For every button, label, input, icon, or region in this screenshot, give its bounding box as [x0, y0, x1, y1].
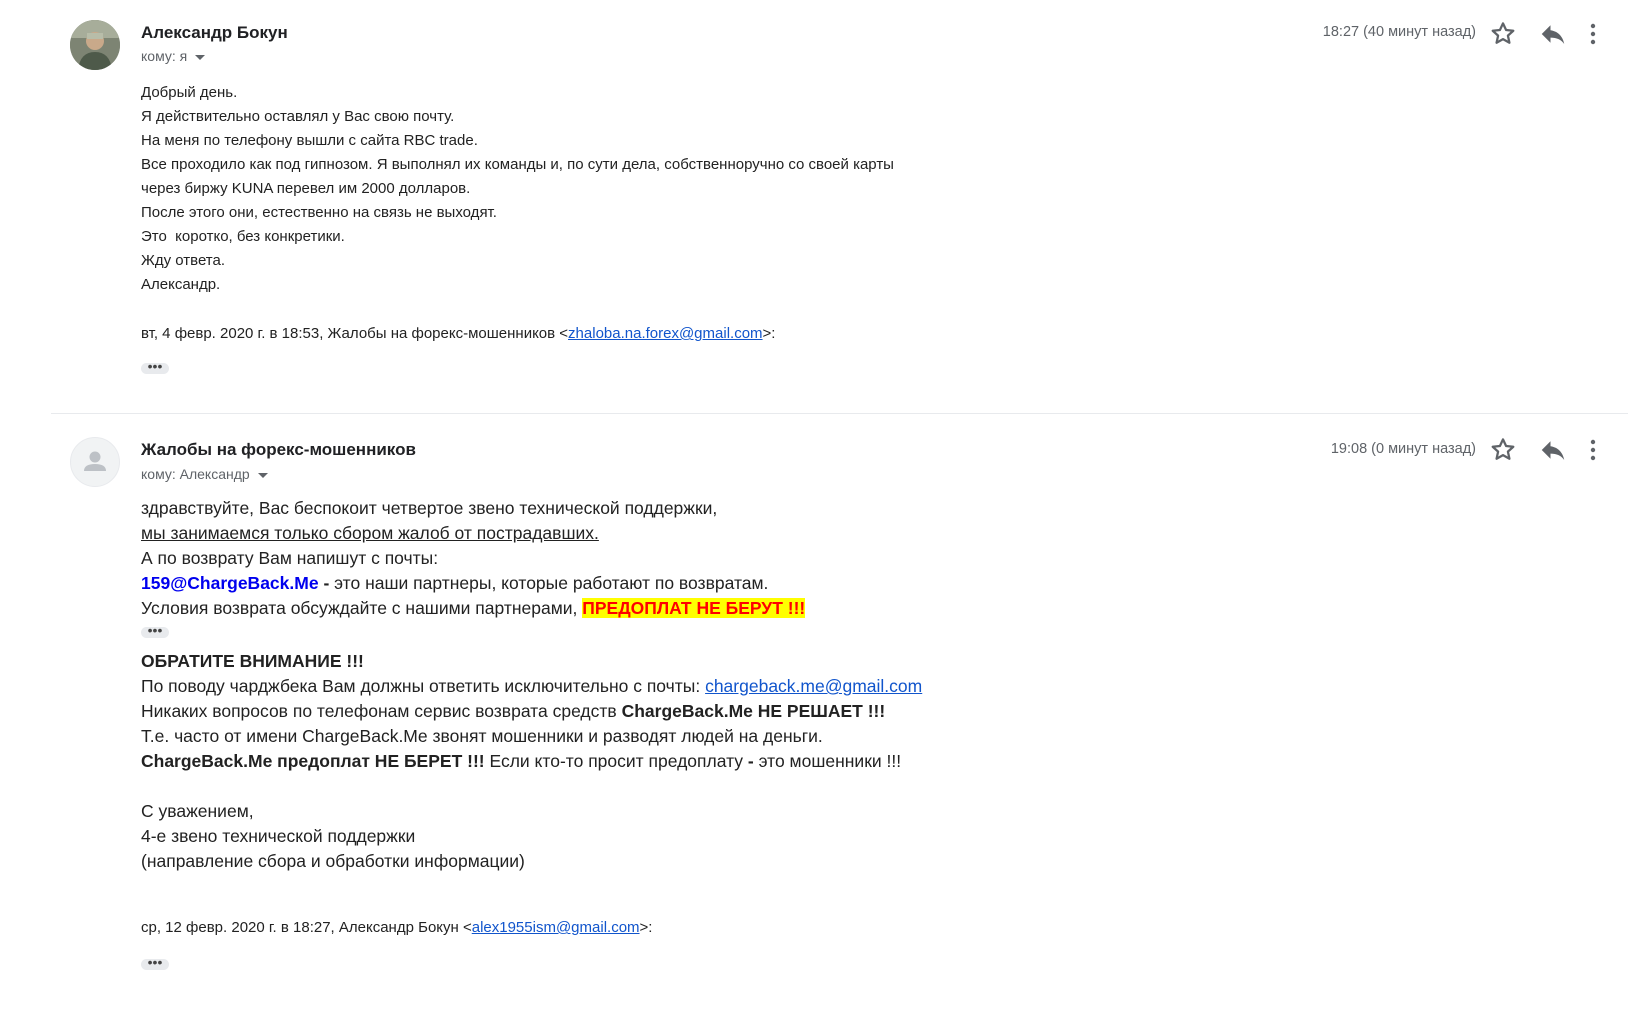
body-line: По поводу чарджбека Вам должны ответить … — [141, 674, 922, 699]
signature-line: 4-е звено технической поддержки — [141, 826, 416, 846]
body-line: После этого они, естественно на связь не… — [141, 204, 497, 221]
body-line: через биржу KUNA перевел им 2000 долларо… — [141, 180, 471, 197]
body-line: Условия возврата обсуждайте с нашими пар… — [141, 596, 806, 621]
prepay-text: Если кто-то просит предоплату — [484, 751, 748, 771]
message-divider — [51, 413, 1628, 414]
quote-email-link[interactable]: zhaloba.na.forex@gmail.com — [568, 325, 763, 342]
quote-header: ср, 12 февр. 2020 г. в 18:27, Александр … — [141, 919, 652, 936]
reply-icon — [1541, 25, 1565, 44]
chevron-down-icon — [257, 472, 268, 478]
body-line: Жду ответа. — [141, 252, 226, 269]
body-line: Александр. — [141, 276, 221, 293]
message-body: здравствуйте, Вас беспокоит четвертое зв… — [141, 496, 806, 621]
more-vert-icon — [1590, 23, 1596, 45]
recipient-details-toggle[interactable]: кому: Александр — [141, 466, 268, 482]
body-line: Все проходило как под гипнозом. Я выполн… — [141, 156, 894, 173]
body-line: Я действительно оставлял у Вас свою почт… — [141, 108, 455, 125]
star-icon — [1491, 438, 1515, 460]
quote-prefix: ср, 12 февр. 2020 г. в 18:27, Александр … — [141, 919, 472, 936]
message-time: 18:27 (40 минут назад) — [1322, 24, 1476, 40]
chargeback-email-link[interactable]: chargeback.me@gmail.com — [705, 676, 922, 696]
recipient-details-toggle[interactable]: кому: я — [141, 48, 206, 64]
star-icon — [1491, 22, 1515, 44]
chargeback-text: По поводу чарджбека Вам должны ответить … — [141, 676, 706, 696]
signature-line: С уважением, — [141, 801, 254, 821]
show-trimmed-content-button[interactable]: ••• — [141, 359, 169, 374]
body-line: ChargeBack.Me предоплат НЕ БЕРЕТ !!! Есл… — [141, 749, 922, 774]
phone-text: Никаких вопросов по телефонам сервис воз… — [141, 701, 622, 721]
quote-header: вт, 4 февр. 2020 г. в 18:53, Жалобы на ф… — [141, 325, 775, 342]
show-trimmed-content-button[interactable]: ••• — [141, 955, 169, 970]
reply-icon — [1541, 441, 1565, 460]
show-trimmed-content-button[interactable]: ••• — [141, 623, 169, 638]
sender-avatar[interactable] — [70, 437, 120, 487]
message-body-continued: ОБРАТИТЕ ВНИМАНИЕ !!! По поводу чарджбек… — [141, 649, 922, 874]
message-time: 19:08 (0 минут назад) — [1330, 441, 1476, 457]
star-button[interactable] — [1488, 435, 1518, 465]
more-vert-icon — [1590, 439, 1596, 461]
body-line: А по возврату Вам напишут с почты: — [141, 548, 439, 568]
partner-email: 159@ChargeBack.Me — [141, 573, 319, 593]
body-line: мы занимаемся только сбором жалоб от пос… — [141, 523, 599, 543]
dash: - — [318, 573, 335, 593]
signature-line: (направление сбора и обработки информаци… — [141, 851, 525, 871]
chevron-down-icon — [195, 54, 206, 60]
person-icon — [84, 451, 106, 471]
body-line: здравствуйте, Вас беспокоит четвертое зв… — [141, 498, 718, 518]
reply-button[interactable] — [1538, 435, 1568, 465]
body-line: 159@ChargeBack.Me - это наши партнеры, к… — [141, 571, 805, 596]
quote-suffix: >: — [762, 325, 776, 342]
body-line: Это коротко, без конкретики. — [141, 228, 345, 245]
sender-name[interactable]: Жалобы на форекс-мошенников — [141, 440, 416, 460]
body-line: Т.е. часто от имени ChargeBack.Me звонят… — [141, 726, 823, 746]
quote-prefix: вт, 4 февр. 2020 г. в 18:53, Жалобы на ф… — [141, 325, 569, 342]
sender-avatar[interactable] — [70, 20, 120, 70]
prepay-text-end: это мошенники !!! — [753, 751, 902, 771]
sender-name[interactable]: Александр Бокун — [141, 23, 288, 43]
message-body: Добрый день. Я действительно оставлял у … — [141, 81, 894, 297]
more-options-button[interactable] — [1583, 435, 1603, 465]
phone-warning: ChargeBack.Me НЕ РЕШАЕТ !!! — [621, 701, 886, 721]
star-button[interactable] — [1488, 19, 1518, 49]
conditions-text: Условия возврата обсуждайте с нашими пар… — [141, 598, 583, 618]
body-line: Добрый день. — [141, 84, 238, 101]
body-line: Никаких вопросов по телефонам сервис воз… — [141, 699, 922, 724]
more-options-button[interactable] — [1583, 19, 1603, 49]
quote-email-link[interactable]: alex1955ism@gmail.com — [472, 919, 640, 936]
attention-heading: ОБРАТИТЕ ВНИМАНИЕ !!! — [141, 651, 364, 671]
recipient-label: кому: Александр — [141, 466, 250, 482]
reply-button[interactable] — [1538, 19, 1568, 49]
body-line: На меня по телефону вышли с сайта RBC tr… — [141, 132, 478, 149]
partner-description: это наши партнеры, которые работают по в… — [334, 573, 769, 593]
highlight-warning: ПРЕДОПЛАТ НЕ БЕРУТ !!! — [582, 598, 806, 618]
quote-suffix: >: — [639, 919, 653, 936]
prepay-warning: ChargeBack.Me предоплат НЕ БЕРЕТ !!! — [141, 751, 485, 771]
recipient-label: кому: я — [141, 48, 188, 64]
